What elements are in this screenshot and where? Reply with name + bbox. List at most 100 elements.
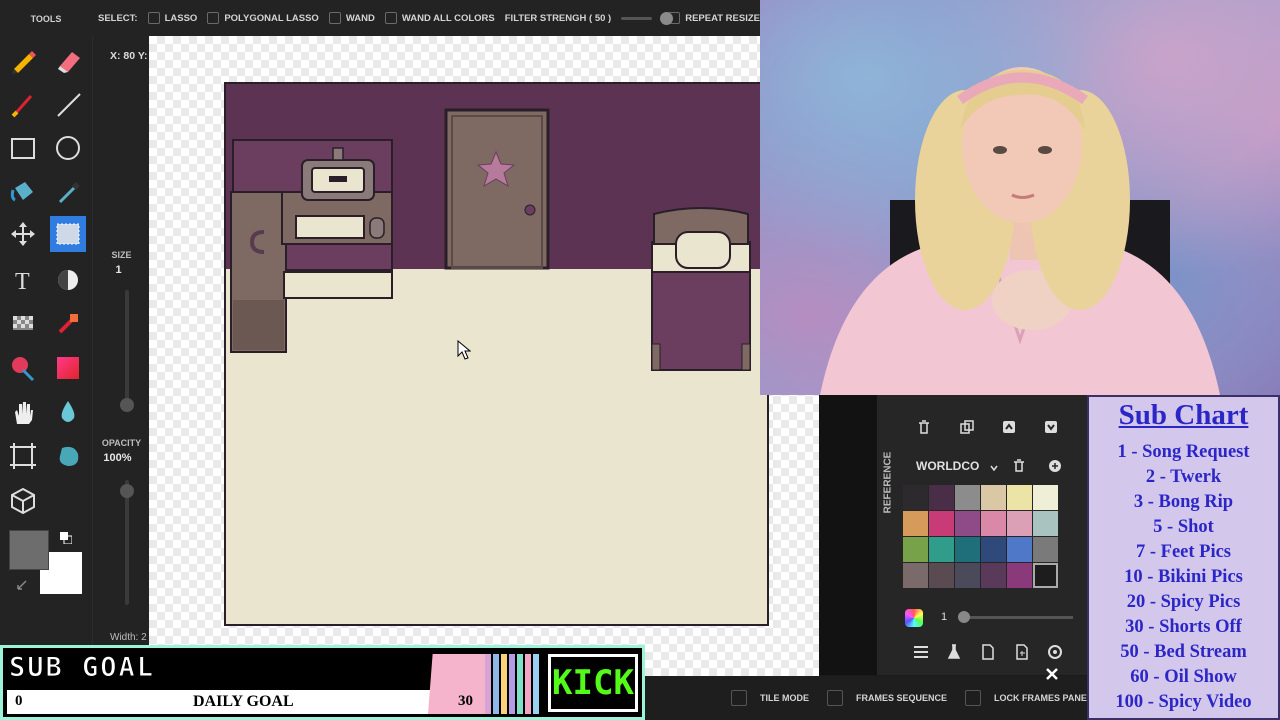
select-tool[interactable] [50,216,86,252]
palette-swatch[interactable] [1007,537,1032,562]
lasso-option[interactable]: LASSO [147,12,197,24]
shape-tool[interactable] [50,438,86,474]
palette-swatch[interactable] [981,511,1006,536]
stamp-tool[interactable] [50,304,86,340]
lock-frames-panel-option[interactable]: LOCK FRAMES PANEL [965,690,1092,706]
tile-mode-label: TILE MODE [760,693,809,703]
palette-swatch[interactable] [1033,563,1058,588]
palette-swatch[interactable] [1033,537,1058,562]
sub-chart-title: Sub Chart [1118,399,1249,431]
opacity-slider[interactable] [125,480,129,605]
palette-dropdown-icon[interactable] [989,460,999,478]
palette-swatch[interactable] [981,485,1006,510]
palette-swatch[interactable] [903,563,928,588]
line-tool[interactable] [50,86,86,122]
add-palette-icon[interactable] [1048,459,1062,478]
palette-swatch[interactable] [1007,511,1032,536]
palette-swatch[interactable] [903,485,928,510]
filter-strength-slider[interactable] [621,11,674,25]
wand-all-colors-option[interactable]: WAND ALL COLORS [384,12,495,24]
bed-leg-left [651,343,661,371]
streamer-video [820,67,1220,395]
reference-tab[interactable]: REFERENCE [881,435,895,555]
palette-swatch[interactable] [1033,511,1058,536]
flask-icon[interactable] [947,644,961,665]
pattern-tool[interactable] [5,304,41,340]
text-tool[interactable]: T [5,262,41,298]
size-slider[interactable] [125,290,129,410]
width-label: Width: 2 [110,632,147,643]
polygonal-lasso-option[interactable]: POLYGONAL LASSO [207,12,319,24]
swap-colors-icon[interactable] [60,531,73,545]
opacity-label: OPACITY [101,438,142,448]
polygonal-lasso-checkbox[interactable] [207,12,220,24]
frames-sequence-option[interactable]: FRAMES SEQUENCE [827,690,947,706]
rectangle-tool[interactable] [5,130,41,166]
palette-swatch[interactable] [929,485,954,510]
select-label: SELECT: [98,12,138,24]
palette-name[interactable]: WORLDCO [916,459,979,473]
opacity-slider-knob[interactable] [120,484,134,498]
door [444,108,550,270]
layer-opacity-slider[interactable] [959,616,1073,619]
color-replace-tool[interactable] [5,350,41,386]
wand-checkbox[interactable] [328,12,341,24]
lasso-checkbox[interactable] [147,12,160,24]
blur-tool[interactable] [50,394,86,430]
tile-mode-option[interactable]: TILE MODE [731,690,809,706]
tool-properties-panel: SIZE 1 OPACITY 100% [92,0,149,645]
palette-swatch[interactable] [955,563,980,588]
color-picker-icon[interactable] [905,609,923,627]
fill-tool[interactable] [5,174,41,210]
import-file-icon[interactable] [1015,644,1029,665]
duplicate-layer-icon[interactable] [959,419,975,440]
palette-swatch[interactable] [1007,485,1032,510]
frames-sequence-checkbox[interactable] [827,690,843,706]
reset-colors-icon[interactable] [16,578,28,590]
layer-opacity-knob[interactable] [958,611,970,623]
sub-chart-item: 30 - Shorts Off [1125,617,1242,637]
eyedropper-tool[interactable] [50,174,86,210]
palette-swatch[interactable] [903,511,928,536]
size-slider-knob[interactable] [120,398,134,412]
close-icon[interactable] [1045,667,1059,686]
settings-icon[interactable] [1048,645,1062,664]
tile-mode-checkbox[interactable] [731,690,747,706]
palette-swatch[interactable] [929,563,954,588]
export-file-icon[interactable] [981,644,995,665]
palette-swatch[interactable] [929,511,954,536]
palette-swatch[interactable] [955,537,980,562]
move-layer-up-icon[interactable] [1001,419,1017,440]
repeat-resize-option[interactable]: REPEAT RESIZE [668,12,760,24]
eraser-tool[interactable] [50,42,86,78]
filter-strength-knob[interactable] [660,11,674,25]
palette-swatch[interactable] [1033,485,1058,510]
dither-tool[interactable] [50,262,86,298]
primary-color-swatch[interactable] [9,530,49,570]
delete-layer-icon[interactable] [917,419,931,440]
lock-frames-panel-checkbox[interactable] [965,690,982,706]
hand-tool[interactable] [5,394,41,430]
palette-swatch[interactable] [955,511,980,536]
palette-swatch[interactable] [929,537,954,562]
pixel-art-canvas[interactable] [224,82,770,627]
palette-swatch[interactable] [903,537,928,562]
palette-swatch[interactable] [981,563,1006,588]
delete-palette-icon[interactable] [1013,459,1025,478]
gradient-tool[interactable] [50,350,86,386]
tools-title: TOOLS [30,14,62,24]
move-layer-down-icon[interactable] [1043,419,1059,440]
palette-swatch[interactable] [1007,563,1032,588]
pencil-tool[interactable] [5,42,41,78]
move-tool[interactable] [5,216,41,252]
ellipse-tool[interactable] [50,130,86,166]
layers-list-icon[interactable] [913,645,929,664]
palette-swatch[interactable] [981,537,1006,562]
crop-tool[interactable] [5,438,41,474]
wand-option[interactable]: WAND [328,12,375,24]
blob-icon [59,446,79,466]
wand-all-colors-checkbox[interactable] [384,12,397,24]
palette-swatch[interactable] [955,485,980,510]
brush-tool[interactable] [5,86,41,122]
3d-tool[interactable] [5,482,41,518]
